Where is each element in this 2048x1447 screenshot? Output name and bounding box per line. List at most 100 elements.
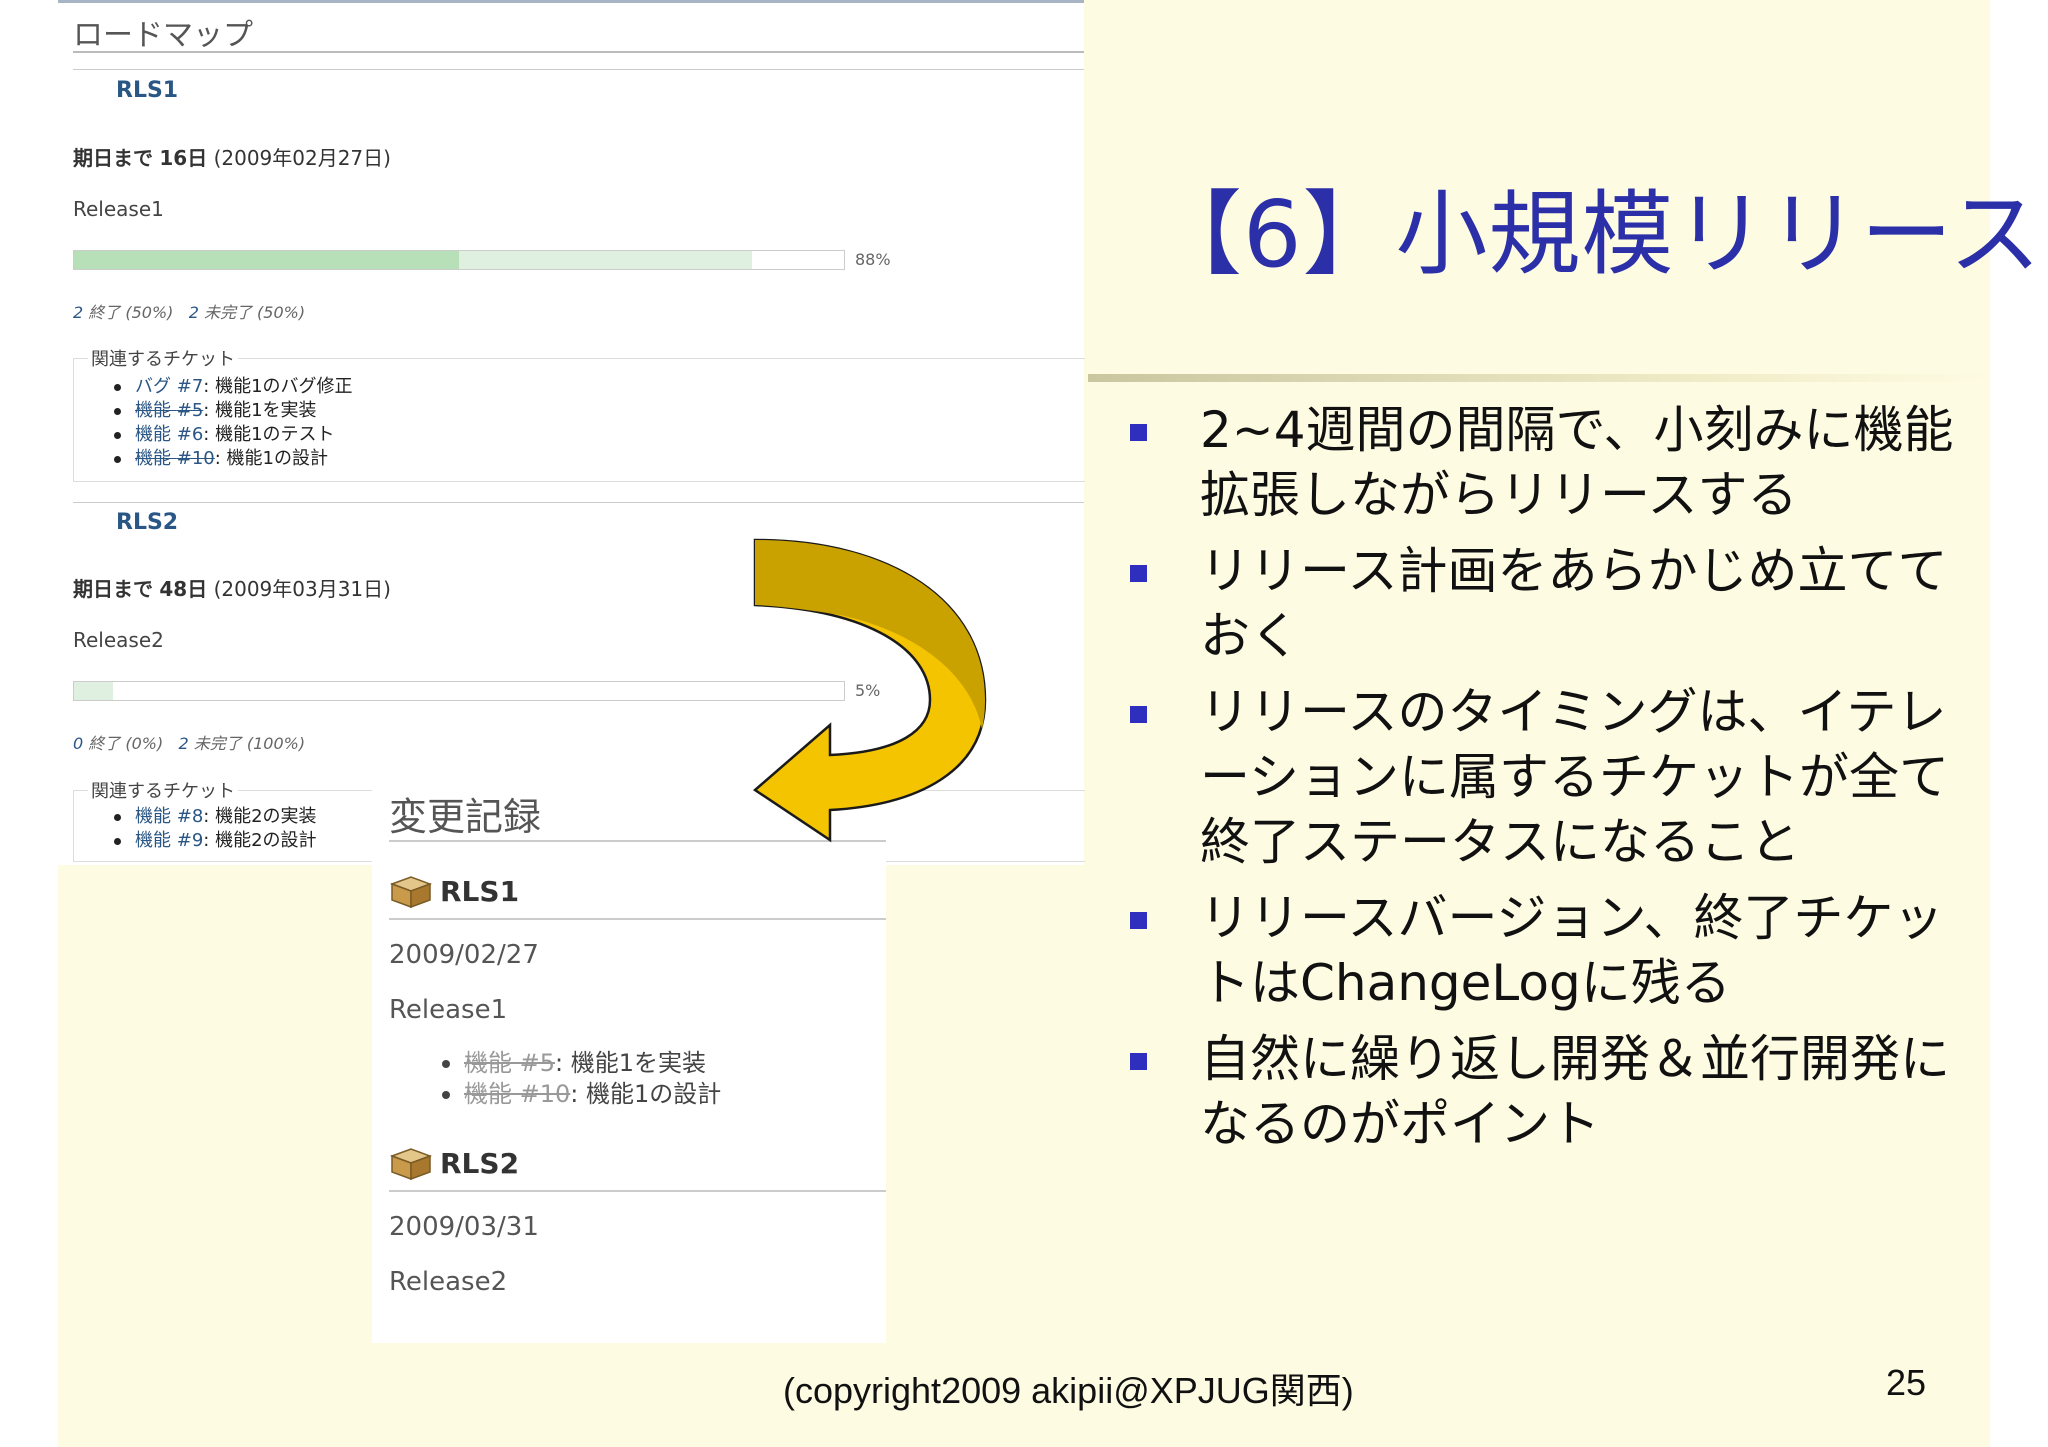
ticket-subject: : 機能2の設計 — [203, 830, 317, 851]
ticket-subject: : 機能1を実装 — [203, 400, 317, 421]
bullet-text: 2~4週間の間隔で、小刻みに機能拡張しながらリリースする — [1200, 401, 1954, 524]
related-tickets-legend: 関連するチケット — [88, 777, 238, 803]
closed-label: 終了 (50%) — [88, 303, 174, 322]
bullet-text: リリース計画をあらかじめ立てておく — [1200, 542, 1948, 665]
list-item: 機能 #8: 機能2の実装 — [114, 805, 317, 829]
closed-label: 終了 (0%) — [88, 734, 164, 753]
version-description: Release2 — [389, 1267, 508, 1297]
bullet-dot — [114, 455, 121, 463]
list-item: 機能 #10: 機能1の設計 — [442, 1079, 721, 1110]
page-number: 25 — [1886, 1362, 1927, 1403]
due-days: 16日 — [159, 146, 208, 170]
square-bullet-icon — [1130, 424, 1147, 441]
list-item: バグ #7: 機能1のバグ修正 — [114, 375, 353, 399]
due-days: 48日 — [159, 577, 208, 601]
curved-arrow-icon — [752, 538, 987, 843]
ticket-link[interactable]: バグ #7 — [135, 376, 203, 397]
ticket-link[interactable]: 機能 #8 — [135, 806, 203, 827]
progress-done — [74, 682, 113, 700]
list-item: 機能 #10: 機能1の設計 — [114, 447, 353, 471]
ticket-link[interactable]: 機能 #10 — [464, 1080, 570, 1108]
ticket-list: バグ #7: 機能1のバグ修正 機能 #5: 機能1を実装 機能 #6: 機能1… — [114, 375, 353, 471]
list-item: 機能 #5: 機能1を実装 — [442, 1048, 721, 1079]
bullet-text: 自然に繰り返し開発＆並行開発になるのがポイント — [1200, 1030, 1950, 1153]
bullet-item: リリースバージョン、終了チケットはChangeLogに残る — [1128, 886, 1978, 1016]
ticket-list: 機能 #5: 機能1を実装 機能 #10: 機能1の設計 — [442, 1048, 721, 1110]
title-divider — [1088, 374, 1990, 382]
closed-count-link[interactable]: 0 — [73, 734, 83, 753]
square-bullet-icon — [1130, 565, 1147, 582]
open-label: 未完了 (50%) — [203, 303, 306, 322]
bullet-dot — [114, 837, 121, 845]
version-name-link[interactable]: RLS2 — [116, 510, 178, 535]
ticket-subject: : 機能1を実装 — [555, 1049, 706, 1077]
ticket-link[interactable]: 機能 #5 — [464, 1049, 555, 1077]
due-date: (2009年02月27日) — [213, 146, 391, 170]
version-name-link[interactable]: RLS1 — [440, 875, 519, 908]
bullet-item: 2~4週間の間隔で、小刻みに機能拡張しながらリリースする — [1128, 398, 1978, 528]
release-date: 2009/03/31 — [389, 1212, 539, 1242]
progress-bar — [73, 681, 845, 701]
open-count-link[interactable]: 2 — [189, 303, 199, 322]
bullet-text: リリースのタイミングは、イテレーションに属するチケットが全て終了ステータスになる… — [1200, 683, 1949, 871]
list-item: 機能 #5: 機能1を実装 — [114, 399, 353, 423]
bullet-dot — [114, 383, 121, 391]
issue-counts: 2 終了 (50%) 2 未完了 (50%) — [73, 299, 305, 323]
roadmap-heading: ロードマップ — [73, 18, 253, 53]
due-date: (2009年03月31日) — [213, 577, 391, 601]
changelog-heading: 変更記録 — [389, 795, 542, 839]
heading-divider — [73, 51, 1084, 53]
package-box-icon — [390, 1148, 432, 1181]
due-info: 期日まで 48日 (2009年03月31日) — [73, 573, 391, 602]
progress-bar — [73, 250, 845, 270]
bullet-item: 自然に繰り返し開発＆並行開発になるのがポイント — [1128, 1027, 1978, 1157]
ticket-subject: : 機能2の実装 — [203, 806, 317, 827]
bullet-dot — [114, 407, 121, 415]
bullet-dot — [114, 813, 121, 821]
version-divider — [389, 918, 886, 920]
copyright-footer: (copyright2009 akipii@XPJUG関西) — [783, 1370, 1354, 1411]
due-info: 期日まで 16日 (2009年02月27日) — [73, 142, 391, 171]
bullet-dot — [442, 1091, 450, 1099]
related-tickets-legend: 関連するチケット — [88, 345, 238, 371]
version-description: Release2 — [73, 628, 164, 652]
version-divider — [73, 69, 1084, 70]
ticket-subject: : 機能1のテスト — [203, 424, 335, 445]
progress-percent: 88% — [855, 250, 891, 269]
issue-counts: 0 終了 (0%) 2 未完了 (100%) — [73, 730, 305, 754]
ticket-link[interactable]: 機能 #10 — [135, 448, 215, 469]
version-name-link[interactable]: RLS1 — [116, 78, 178, 103]
square-bullet-icon — [1130, 912, 1147, 929]
ticket-subject: : 機能1の設計 — [214, 448, 328, 469]
version-divider — [389, 1190, 886, 1192]
ticket-link[interactable]: 機能 #5 — [135, 400, 203, 421]
due-prefix: 期日まで — [73, 146, 153, 170]
ticket-list: 機能 #8: 機能2の実装 機能 #9: 機能2の設計 — [114, 805, 317, 853]
bullet-list: 2~4週間の間隔で、小刻みに機能拡張しながらリリースする リリース計画をあらかじ… — [1128, 398, 1978, 1168]
bullet-dot — [114, 431, 121, 439]
square-bullet-icon — [1130, 706, 1147, 723]
list-item: 機能 #6: 機能1のテスト — [114, 423, 353, 447]
ticket-subject: : 機能1の設計 — [570, 1080, 722, 1108]
bullet-item: リリースのタイミングは、イテレーションに属するチケットが全て終了ステータスになる… — [1128, 680, 1978, 875]
ticket-subject: : 機能1のバグ修正 — [203, 376, 353, 397]
version-divider — [73, 502, 1084, 503]
slide-title: 【6】小規模リリース — [1150, 181, 2042, 288]
closed-count-link[interactable]: 2 — [73, 303, 83, 322]
package-box-icon — [390, 876, 432, 909]
progress-closed — [74, 251, 459, 269]
open-count-link[interactable]: 2 — [179, 734, 189, 753]
open-label: 未完了 (100%) — [193, 734, 306, 753]
bullet-dot — [442, 1060, 450, 1068]
list-item: 機能 #9: 機能2の設計 — [114, 829, 317, 853]
ticket-link[interactable]: 機能 #9 — [135, 830, 203, 851]
related-tickets-box: 関連するチケット バグ #7: 機能1のバグ修正 機能 #5: 機能1を実装 機… — [73, 345, 1085, 482]
version-description: Release1 — [73, 197, 164, 221]
top-border — [58, 0, 1084, 3]
ticket-link[interactable]: 機能 #6 — [135, 424, 203, 445]
version-name-link[interactable]: RLS2 — [440, 1147, 519, 1180]
version-description: Release1 — [389, 995, 508, 1025]
release-date: 2009/02/27 — [389, 940, 539, 970]
square-bullet-icon — [1130, 1053, 1147, 1070]
bullet-text: リリースバージョン、終了チケットはChangeLogに残る — [1200, 889, 1944, 1012]
